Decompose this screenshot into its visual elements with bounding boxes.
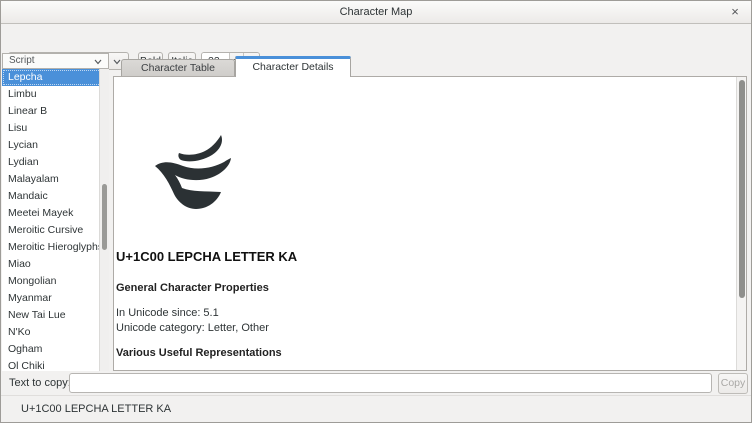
unicode-since-line: In Unicode since: 5.1	[116, 307, 219, 319]
script-list-item[interactable]: Meroitic Cursive	[2, 222, 108, 239]
sidebar-scrollbar[interactable]	[99, 69, 109, 371]
toolbar: Cantarell Bold Italic 22 − +	[1, 24, 751, 53]
character-map-window: Character Map × Cantarell Bold Italic 22…	[0, 0, 752, 423]
chevron-down-icon	[113, 59, 121, 65]
script-list-item[interactable]: Lycian	[2, 137, 108, 154]
statusbar-text: U+1C00 LEPCHA LETTER KA	[21, 396, 171, 422]
script-list-item[interactable]: Meroitic Hieroglyphs	[2, 239, 108, 256]
close-icon[interactable]: ×	[727, 1, 743, 23]
titlebar[interactable]: Character Map ×	[1, 1, 751, 24]
copy-bar: Text to copy: Copy	[1, 371, 751, 395]
details-scrollbar[interactable]	[736, 77, 746, 370]
text-to-copy-input[interactable]	[69, 373, 712, 393]
section-title-representations: Various Useful Representations	[116, 347, 282, 359]
copy-button[interactable]: Copy	[718, 373, 748, 394]
script-list-item[interactable]: Ogham	[2, 341, 108, 358]
script-list-item[interactable]: Lydian	[2, 154, 108, 171]
statusbar: U+1C00 LEPCHA LETTER KA	[1, 395, 751, 422]
tab-character-details[interactable]: Character Details	[235, 56, 351, 77]
script-list-item[interactable]: Malayalam	[2, 171, 108, 188]
script-list-item[interactable]: Mongolian	[2, 273, 108, 290]
script-list-item[interactable]: Linear B	[2, 103, 108, 120]
script-list-item[interactable]: Mandaic	[2, 188, 108, 205]
lepcha-letter-ka-glyph	[147, 122, 242, 217]
script-list-item[interactable]: N'Ko	[2, 324, 108, 341]
script-list-item[interactable]: Miao	[2, 256, 108, 273]
text-to-copy-label: Text to copy:	[9, 371, 71, 395]
script-list-item[interactable]: Lisu	[2, 120, 108, 137]
sidebar-scrollbar-thumb[interactable]	[102, 184, 107, 250]
script-list-item[interactable]: Meetei Mayek	[2, 205, 108, 222]
script-list-item[interactable]: Lepcha	[2, 69, 108, 86]
script-list-item[interactable]: Myanmar	[2, 290, 108, 307]
script-filter-value: Script	[9, 55, 35, 66]
script-list: LepchaLimbuLinear BLisuLycianLydianMalay…	[2, 69, 109, 371]
script-list-item[interactable]: Ol Chiki	[2, 358, 108, 371]
character-details-panel: U+1C00 LEPCHA LETTER KA General Characte…	[113, 76, 747, 371]
details-scrollbar-thumb[interactable]	[739, 80, 745, 298]
tab-character-table[interactable]: Character Table	[121, 59, 235, 76]
character-heading: U+1C00 LEPCHA LETTER KA	[116, 249, 297, 264]
window-title: Character Map	[1, 1, 751, 23]
unicode-category-line: Unicode category: Letter, Other	[116, 322, 269, 334]
chevron-down-icon	[94, 59, 102, 65]
script-list-item[interactable]: New Tai Lue	[2, 307, 108, 324]
script-filter-select[interactable]: Script	[2, 53, 109, 69]
script-list-item[interactable]: Limbu	[2, 86, 108, 103]
section-title-general-properties: General Character Properties	[116, 282, 269, 294]
